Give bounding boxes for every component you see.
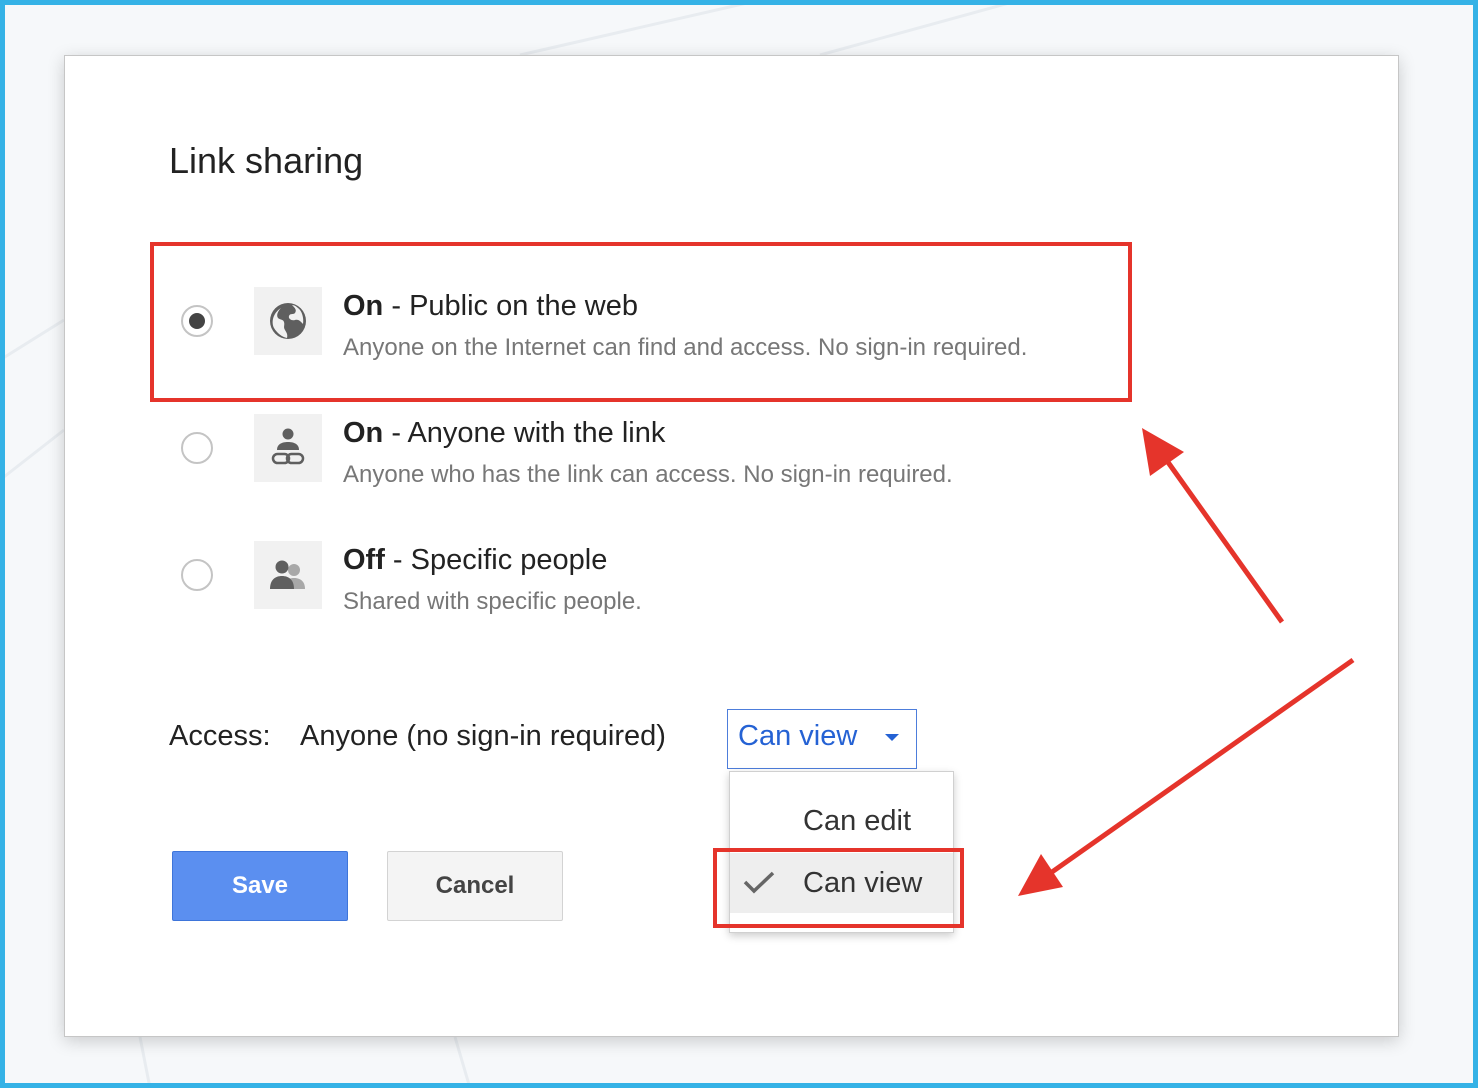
save-button[interactable]: Save — [172, 851, 348, 921]
radio-anyone-with-link[interactable] — [181, 432, 213, 464]
access-permission-dropdown[interactable]: Can view — [727, 709, 917, 769]
access-dropdown-value: Can view — [738, 720, 858, 752]
highlight-box-public-option — [150, 242, 1132, 402]
option-label: Anyone with the link — [407, 417, 666, 449]
cancel-button[interactable]: Cancel — [387, 851, 563, 921]
option-separator: - — [383, 417, 408, 449]
dialog-title: Link sharing — [169, 140, 364, 181]
option-separator: - — [384, 544, 411, 576]
radio-specific-people[interactable] — [181, 559, 213, 591]
dropdown-caret-icon — [885, 734, 899, 741]
person-link-icon — [254, 414, 322, 482]
option-state: Off — [343, 544, 385, 576]
access-value: Anyone (no sign-in required) — [300, 720, 666, 752]
menu-item-label: Can edit — [803, 805, 912, 837]
option-description: Anyone who has the link can access. No s… — [343, 461, 953, 488]
option-specific-people[interactable]: Off - Specific people Shared with specif… — [165, 541, 1145, 631]
option-state: On — [343, 417, 384, 449]
option-title: Off - Specific people — [343, 544, 607, 577]
menu-item-can-edit[interactable]: Can edit — [730, 791, 953, 851]
access-label: Access: — [169, 720, 271, 752]
option-label: Specific people — [410, 544, 608, 576]
option-description: Shared with specific people. — [343, 588, 642, 615]
people-icon — [254, 541, 322, 609]
option-title: On - Anyone with the link — [343, 417, 665, 450]
highlight-box-can-view — [713, 848, 964, 928]
option-anyone-with-link[interactable]: On - Anyone with the link Anyone who has… — [165, 414, 1145, 504]
